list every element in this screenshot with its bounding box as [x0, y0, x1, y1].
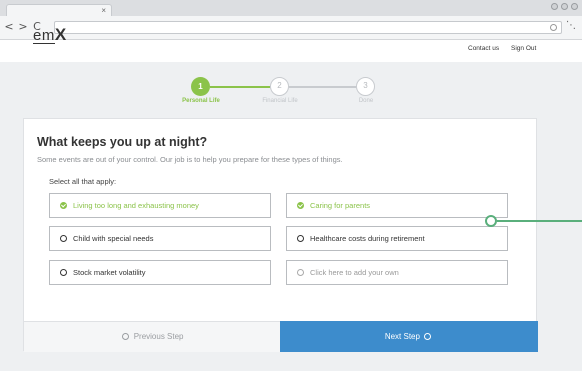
- stepper-connector-1: [210, 86, 270, 88]
- step-1-circle: 1: [191, 77, 210, 96]
- stepper-connector-2: [289, 86, 356, 88]
- question-title: What keeps you up at night?: [37, 135, 208, 149]
- option-label: Child with special needs: [73, 234, 154, 243]
- option-label: Caring for parents: [310, 201, 371, 210]
- logo-suffix: X: [54, 25, 67, 44]
- checked-circle-icon: [60, 202, 67, 209]
- step-2-circle: 2: [270, 77, 289, 96]
- option-label: Click here to add your own: [310, 268, 399, 277]
- arrow-circle-right-icon: [424, 333, 432, 340]
- option-label: Living too long and exhausting money: [73, 201, 199, 210]
- option-healthcare-costs[interactable]: Healthcare costs during retirement: [286, 226, 508, 251]
- window-controls: [551, 3, 578, 10]
- maximize-window-icon[interactable]: [561, 3, 568, 10]
- radio-circle-icon: [60, 269, 67, 276]
- step-3-label: Done: [358, 98, 374, 104]
- option-living-too-long[interactable]: Living too long and exhausting money: [49, 193, 271, 218]
- annotation-callout-marker: [485, 215, 497, 227]
- sign-out-link[interactable]: Sign Out: [511, 45, 536, 52]
- option-add-your-own[interactable]: Click here to add your own: [286, 260, 508, 285]
- question-card: What keeps you up at night? Some events …: [23, 118, 538, 352]
- option-caring-for-parents[interactable]: Caring for parents: [286, 193, 508, 218]
- previous-step-button[interactable]: Previous Step: [24, 321, 280, 352]
- step-3-circle: 3: [356, 77, 375, 96]
- emx-logo[interactable]: emX: [33, 25, 67, 45]
- bookmark-icon[interactable]: [550, 24, 557, 31]
- forward-icon[interactable]: >: [18, 20, 28, 34]
- next-step-button[interactable]: Next Step: [280, 321, 538, 352]
- option-child-special-needs[interactable]: Child with special needs: [49, 226, 271, 251]
- browser-toolbar: < > C ⋱: [0, 16, 582, 40]
- option-label: Healthcare costs during retirement: [310, 234, 425, 243]
- question-subtitle: Some events are out of your control. Our…: [37, 155, 343, 164]
- radio-circle-icon: [297, 269, 304, 276]
- option-stock-market[interactable]: Stock market volatility: [49, 260, 271, 285]
- extension-icon[interactable]: ⋱: [566, 20, 576, 31]
- step-2-label: Financial Life: [262, 98, 298, 104]
- option-label: Stock market volatility: [73, 268, 146, 277]
- checked-circle-icon: [297, 202, 304, 209]
- close-window-icon[interactable]: [571, 3, 578, 10]
- previous-step-label: Previous Step: [133, 332, 184, 341]
- next-step-label: Next Step: [384, 332, 420, 341]
- select-instruction: Select all that apply:: [49, 177, 117, 186]
- logo-underline: [33, 43, 55, 44]
- annotation-callout-line: [497, 220, 582, 222]
- logo-prefix: em: [33, 27, 55, 44]
- arrow-circle-left-icon: [122, 333, 130, 340]
- back-icon[interactable]: <: [4, 20, 14, 34]
- radio-circle-icon: [297, 235, 304, 242]
- radio-circle-icon: [60, 235, 67, 242]
- address-bar[interactable]: [54, 21, 562, 34]
- contact-us-link[interactable]: Contact us: [468, 45, 499, 52]
- minimize-window-icon[interactable]: [551, 3, 558, 10]
- step-1-label: Personal Life: [182, 98, 220, 104]
- browser-tabstrip: ×: [0, 0, 582, 18]
